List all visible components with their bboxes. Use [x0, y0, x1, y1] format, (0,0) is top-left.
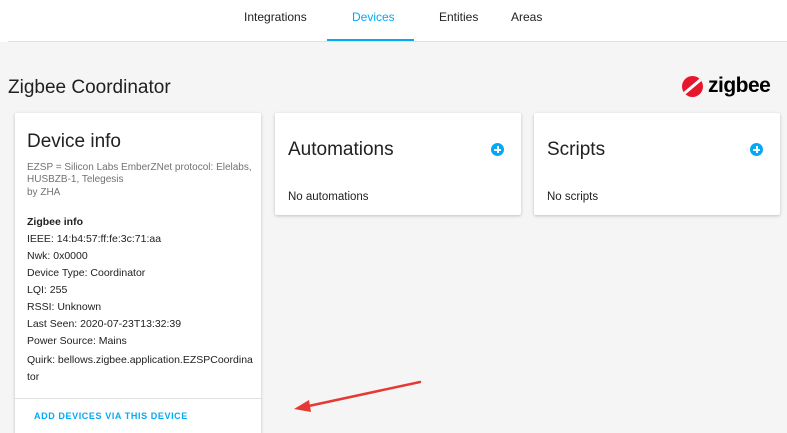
automations-empty-text: No automations [288, 191, 369, 203]
scripts-heading: Scripts [547, 139, 606, 160]
zigbee-info-title: Zigbee info [27, 216, 83, 228]
zigbee-logo-text: zigbee [708, 74, 771, 97]
automations-card: Automations No automations [275, 113, 521, 215]
red-arrow-icon [294, 380, 422, 412]
device-info-heading: Device info [27, 131, 121, 152]
zigbee-info-rssi: RSSI: Unknown [27, 301, 102, 313]
scripts-card: Scripts No scripts [534, 113, 780, 215]
tab-bar-divider [8, 41, 787, 42]
device-manufacturer: by ZHA [27, 187, 61, 198]
zigbee-info-ieee: IEEE: 14:b4:57:ff:fe:3c:71:aa [27, 233, 162, 245]
tab-bar: Integrations Devices Entities Areas [0, 0, 787, 42]
card-actions-divider [15, 398, 261, 399]
zigbee-info-quirk: Quirk: bellows.zigbee.application.EZSPCo… [27, 354, 253, 383]
device-model: EZSP = Silicon Labs EmberZNet protocol: … [27, 162, 252, 185]
device-info-card: Device info EZSP = Silicon Labs EmberZNe… [15, 113, 261, 433]
tab-devices[interactable]: Devices [352, 10, 395, 24]
zigbee-info-power-source: Power Source: Mains [27, 335, 127, 347]
add-devices-via-device-button[interactable]: ADD DEVICES VIA THIS DEVICE [34, 411, 188, 421]
zigbee-info-device-type: Device Type: Coordinator [27, 267, 146, 279]
page-title: Zigbee Coordinator [8, 77, 171, 98]
tab-integrations[interactable]: Integrations [244, 10, 307, 24]
tab-entities[interactable]: Entities [439, 10, 478, 24]
zigbee-info-last-seen: Last Seen: 2020-07-23T13:32:39 [27, 318, 182, 330]
scripts-empty-text: No scripts [547, 191, 599, 203]
zigbee-logo-icon [682, 75, 703, 97]
zigbee-info-lqi: LQI: 255 [27, 284, 68, 296]
zigbee-logo: zigbee [682, 74, 771, 98]
add-automation-icon[interactable] [491, 143, 504, 156]
automations-heading: Automations [288, 139, 394, 160]
tab-areas[interactable]: Areas [511, 10, 542, 24]
add-script-icon[interactable] [750, 143, 763, 156]
zigbee-info-nwk: Nwk: 0x0000 [27, 250, 88, 262]
